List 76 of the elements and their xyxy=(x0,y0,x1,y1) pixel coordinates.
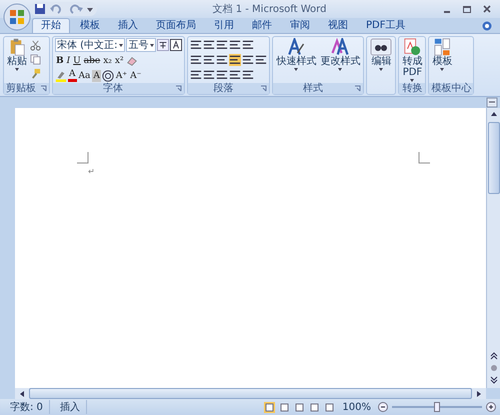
close-icon[interactable] xyxy=(482,4,492,14)
ribbon-tab[interactable]: PDF工具 xyxy=(358,19,414,33)
format-button[interactable]: Aa xyxy=(78,70,92,82)
char-border-icon[interactable] xyxy=(170,39,182,51)
group-label: 样式 xyxy=(302,83,324,94)
ruler-toggle-icon[interactable] xyxy=(486,97,498,108)
zoom-slider-thumb[interactable] xyxy=(434,402,440,412)
letter-brush-icon xyxy=(287,38,306,56)
help-icon[interactable] xyxy=(482,20,492,30)
outline-icon[interactable] xyxy=(309,402,320,412)
insert-mode[interactable]: 插入 xyxy=(54,400,87,414)
ribbon-tab[interactable]: 审阅 xyxy=(282,19,318,33)
pinyin-icon[interactable] xyxy=(157,39,170,51)
dialog-launcher-icon[interactable] xyxy=(260,85,268,92)
zoom-level[interactable]: 100% xyxy=(339,402,374,412)
window-title: 文档 1 - Microsoft Word xyxy=(212,2,328,16)
eraser-icon[interactable] xyxy=(126,54,138,66)
ribbon-tab[interactable]: 邮件 xyxy=(244,19,280,33)
styles-button[interactable]: 更改样式 xyxy=(319,38,362,73)
brush-icon[interactable] xyxy=(30,68,41,79)
format-button[interactable]: A⁺ xyxy=(114,70,128,82)
maximize-icon[interactable] xyxy=(462,4,472,14)
group-label: 转换 xyxy=(401,83,424,94)
format-button[interactable]: A⁻ xyxy=(129,70,142,82)
scrollbar-thumb[interactable] xyxy=(488,122,500,194)
format-button[interactable]: I xyxy=(66,54,72,66)
ribbon-tab[interactable]: 页面布局 xyxy=(148,19,204,33)
binoculars-icon xyxy=(370,38,392,56)
scroll-up-icon[interactable] xyxy=(490,110,498,118)
web-layout-icon[interactable] xyxy=(294,402,306,412)
double-letter-icon xyxy=(331,38,350,56)
save-icon[interactable] xyxy=(34,3,46,15)
dialog-launcher-icon[interactable] xyxy=(40,85,47,92)
prev-page-icon[interactable] xyxy=(490,352,498,360)
group-label: 字体 xyxy=(102,83,124,94)
ribbon-tab[interactable]: 模板 xyxy=(72,19,108,33)
editing-button[interactable]: 编辑 xyxy=(369,38,394,73)
format-button[interactable]: x² xyxy=(114,54,125,66)
styles-button[interactable]: 快速样式 xyxy=(275,38,318,73)
group-label: 模板中心 xyxy=(431,83,472,94)
paragraph-mark: ↵ xyxy=(88,167,95,176)
print-layout-icon[interactable] xyxy=(264,402,276,412)
ribbon-tab[interactable]: 插入 xyxy=(110,19,146,33)
next-page-icon[interactable] xyxy=(490,376,498,384)
format-button[interactable]: B xyxy=(55,54,65,66)
circled-char-icon[interactable] xyxy=(102,70,114,82)
ribbon-tab[interactable]: 引用 xyxy=(206,19,242,33)
template-layout-icon xyxy=(434,38,451,56)
template-button[interactable]: 模板 xyxy=(431,38,454,73)
font-name-dropdown[interactable]: 宋体 (中文正: xyxy=(55,38,126,52)
draft-icon[interactable] xyxy=(324,402,336,412)
scissors-icon[interactable] xyxy=(30,40,41,51)
zoom-out-icon[interactable] xyxy=(378,402,388,412)
format-button[interactable]: U xyxy=(72,54,82,66)
group-label: 段落 xyxy=(212,83,234,94)
highlighter-icon[interactable] xyxy=(55,70,67,82)
format-button[interactable]: A xyxy=(92,70,101,82)
copy-icon[interactable] xyxy=(30,54,41,65)
word-count[interactable]: 字数: 0 xyxy=(4,400,50,414)
margin-corner-icon xyxy=(418,152,430,164)
ribbon-tab[interactable]: 开始 xyxy=(32,18,70,33)
vertical-scrollbar[interactable] xyxy=(486,108,500,388)
ribbon-tab[interactable]: 视图 xyxy=(320,19,356,33)
group-label: 剪贴板 xyxy=(6,83,36,94)
font-size-dropdown[interactable]: 五号 xyxy=(126,38,156,52)
paste-button[interactable]: 粘贴 xyxy=(6,38,28,73)
format-button[interactable]: x₂ xyxy=(102,54,113,66)
document-page[interactable]: ↵ xyxy=(15,108,486,388)
zoom-in-icon[interactable] xyxy=(486,402,496,412)
dialog-launcher-icon[interactable] xyxy=(354,85,362,92)
full-screen-icon[interactable] xyxy=(279,402,290,412)
clipboard-icon xyxy=(10,38,24,56)
margin-corner-icon xyxy=(77,152,89,164)
pdf-file-icon xyxy=(403,38,422,56)
dialog-launcher-icon[interactable] xyxy=(175,85,182,92)
format-button[interactable]: abe xyxy=(82,54,102,66)
